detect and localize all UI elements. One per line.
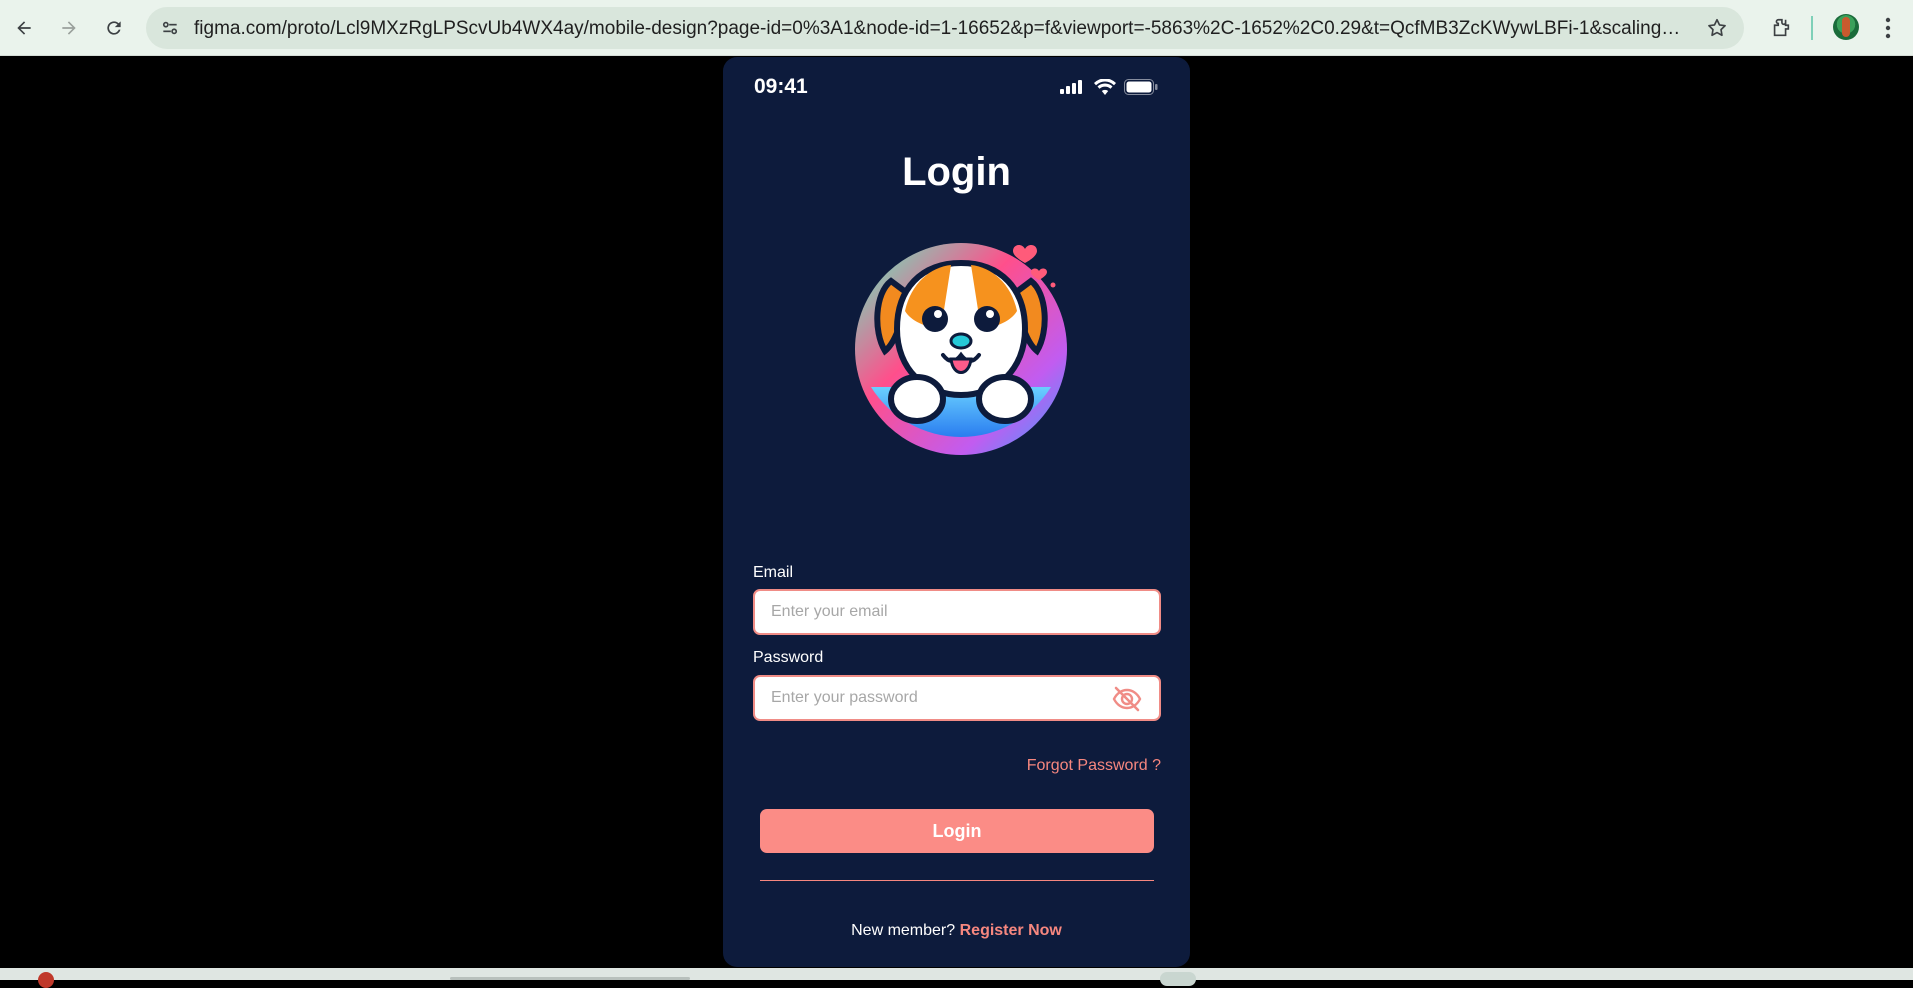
password-label: Password (753, 649, 824, 666)
wifi-icon (1094, 79, 1116, 95)
login-button[interactable]: Login (760, 809, 1154, 853)
forward-arrow-icon[interactable] (52, 11, 86, 45)
url-text[interactable]: figma.com/proto/Lcl9MXzRgLPScvUb4WX4ay/m… (194, 18, 1684, 40)
forgot-password-link[interactable]: Forgot Password ? (1027, 757, 1161, 775)
register-prompt-text: New member? (851, 922, 956, 939)
taskbar-app-icon[interactable] (38, 972, 54, 988)
battery-icon (1124, 79, 1158, 95)
dog-mascot-illustration (855, 243, 1067, 455)
taskbar-app-icon[interactable] (1160, 972, 1196, 986)
toolbar-separator (1811, 16, 1813, 40)
address-bar[interactable]: figma.com/proto/Lcl9MXzRgLPScvUb4WX4ay/m… (146, 7, 1744, 49)
reload-icon[interactable] (97, 11, 131, 45)
password-field[interactable] (753, 675, 1161, 721)
register-now-link[interactable]: Register Now (960, 922, 1062, 939)
profile-avatar[interactable] (1833, 14, 1859, 40)
divider (760, 880, 1154, 881)
site-info-icon[interactable] (154, 12, 186, 44)
email-input[interactable] (771, 591, 1111, 633)
eye-off-icon[interactable] (1111, 685, 1143, 713)
page-title: Login (902, 150, 1011, 194)
status-time: 09:41 (754, 75, 808, 98)
phone-screen: 09:41 Login Email Enter your email Passw… (723, 57, 1190, 967)
email-label: Email (753, 564, 794, 581)
star-icon[interactable] (1704, 15, 1730, 41)
signal-icon (1060, 80, 1082, 94)
extensions-icon[interactable] (1765, 12, 1797, 44)
status-icons (1060, 79, 1158, 95)
register-prompt: New member? Register Now (723, 922, 1190, 940)
back-arrow-icon[interactable] (7, 11, 41, 45)
taskbar (0, 968, 1913, 988)
password-input[interactable] (771, 677, 1111, 719)
browser-toolbar: figma.com/proto/Lcl9MXzRgLPScvUb4WX4ay/m… (0, 0, 1913, 56)
kebab-menu-icon[interactable] (1876, 12, 1900, 44)
email-field[interactable] (753, 589, 1161, 635)
